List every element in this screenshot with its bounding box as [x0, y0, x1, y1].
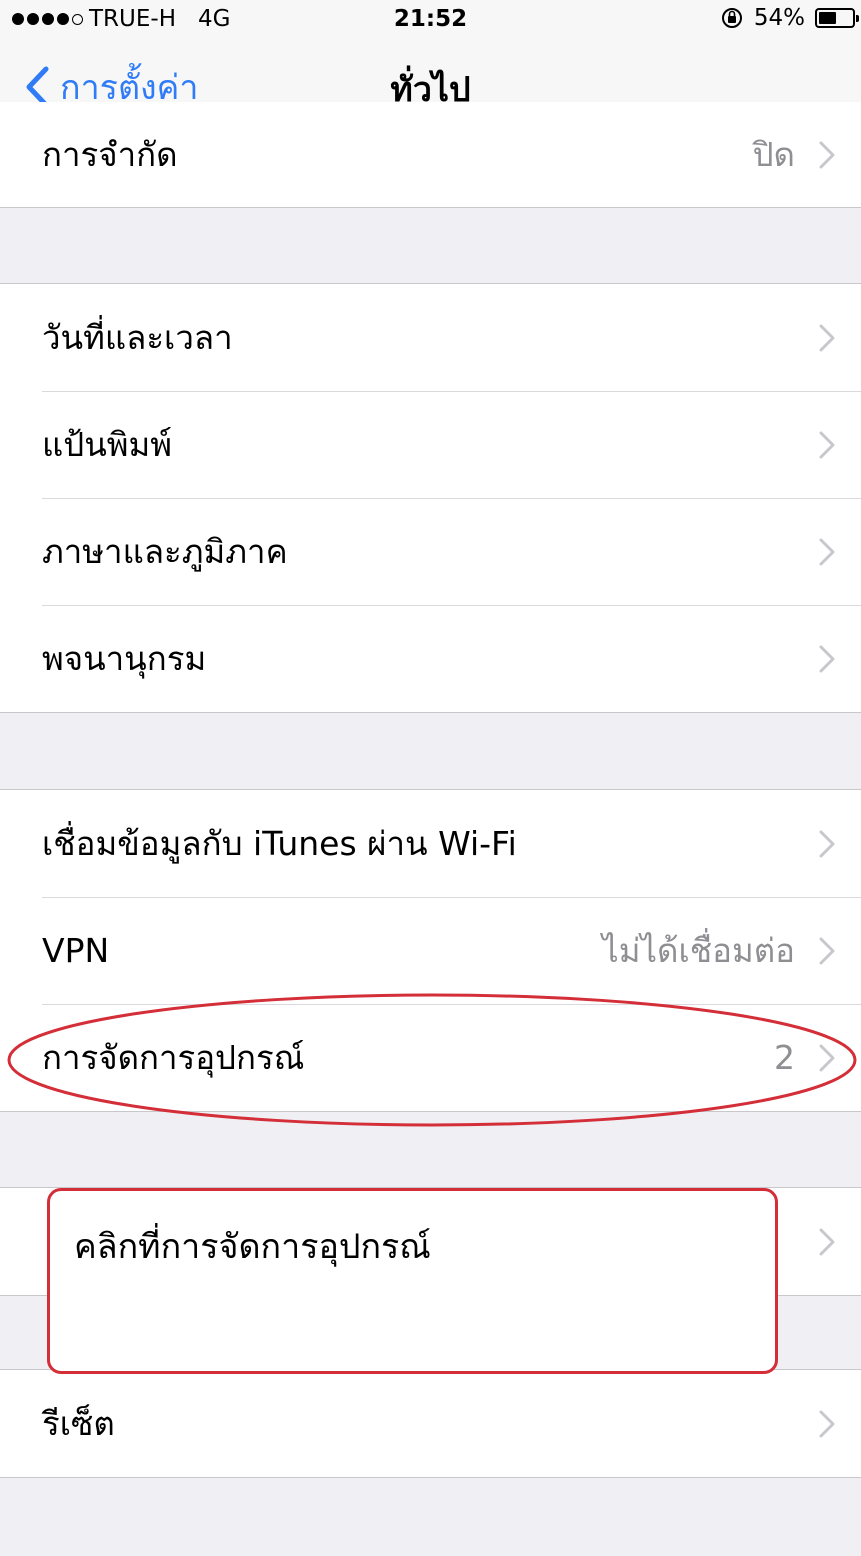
settings-group-restrictions: การจำกัด ปิด: [0, 102, 861, 208]
chevron-right-icon: [819, 645, 835, 672]
chevron-right-icon: [819, 141, 835, 168]
chevron-right-icon: [819, 830, 835, 857]
row-label: การจำกัด: [42, 135, 178, 174]
row-reset[interactable]: รีเซ็ต: [0, 1370, 861, 1477]
row-label: การจัดการอุปกรณ์: [42, 1038, 305, 1077]
status-bar: TRUE-H 4G 21:52 54%: [0, 0, 861, 40]
row-value: ไม่ได้เชื่อมต่อ: [602, 931, 795, 970]
chevron-right-icon: [819, 937, 835, 964]
row-restrictions[interactable]: การจำกัด ปิด: [0, 102, 861, 207]
battery-info: 54%: [720, 5, 859, 31]
row-value: ปิด: [752, 135, 795, 174]
row-label: พจนานุกรม: [42, 639, 207, 678]
row-language-region[interactable]: ภาษาและภูมิภาค: [0, 498, 861, 605]
chevron-right-icon: [819, 1228, 835, 1255]
row-label: รีเซ็ต: [42, 1404, 115, 1443]
row-dictionary[interactable]: พจนานุกรม: [0, 605, 861, 712]
chevron-right-icon: [819, 324, 835, 351]
row-vpn[interactable]: VPN ไม่ได้เชื่อมต่อ: [0, 897, 861, 1004]
chevron-right-icon: [819, 431, 835, 458]
chevron-right-icon: [819, 538, 835, 565]
rotation-lock-icon: [721, 8, 742, 28]
battery-percent: 54%: [753, 5, 805, 31]
row-itunes-wifi-sync[interactable]: เชื่อมข้อมูลกับ iTunes ผ่าน Wi-Fi: [0, 790, 861, 897]
row-label: วันที่และเวลา: [42, 318, 233, 357]
settings-group-network: เชื่อมข้อมูลกับ iTunes ผ่าน Wi-Fi VPN ไม…: [0, 789, 861, 1112]
row-label: VPN: [42, 931, 110, 970]
row-date-time[interactable]: วันที่และเวลา: [0, 284, 861, 391]
row-device-management[interactable]: การจัดการอุปกรณ์ 2: [0, 1004, 861, 1111]
row-value: 2: [774, 1038, 795, 1077]
callout-text: คลิกที่การจัดการอุปกรณ์: [74, 1227, 431, 1267]
settings-group-reset: รีเซ็ต: [0, 1369, 861, 1478]
row-keyboard[interactable]: แป้นพิมพ์: [0, 391, 861, 498]
instruction-callout: คลิกที่การจัดการอุปกรณ์: [47, 1188, 778, 1374]
row-label: เชื่อมข้อมูลกับ iTunes ผ่าน Wi-Fi: [42, 824, 517, 863]
chevron-right-icon: [819, 1410, 835, 1437]
row-label: แป้นพิมพ์: [42, 425, 173, 464]
battery-icon: [815, 8, 859, 28]
settings-group-locale: วันที่และเวลา แป้นพิมพ์ ภาษาและภูมิภาค พ…: [0, 283, 861, 713]
chevron-right-icon: [819, 1044, 835, 1071]
row-label: ภาษาและภูมิภาค: [42, 532, 288, 571]
